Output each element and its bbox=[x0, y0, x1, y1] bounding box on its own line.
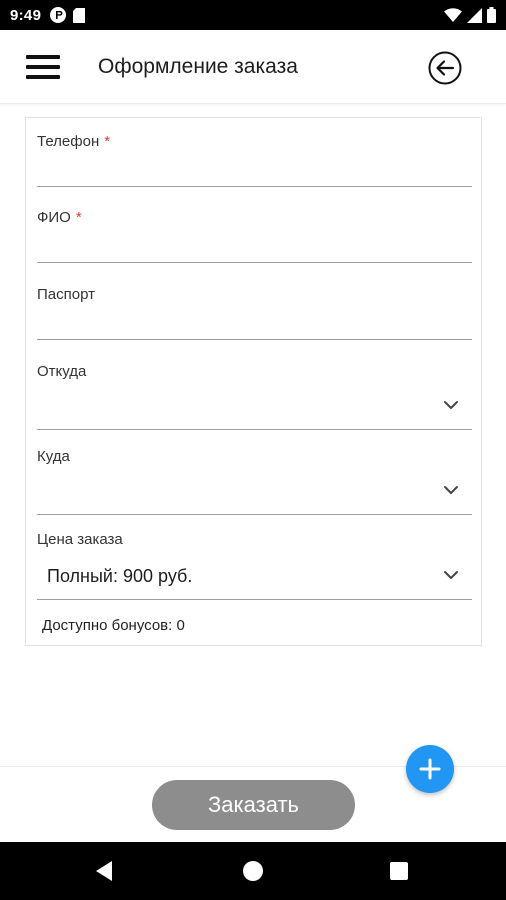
to-underline bbox=[37, 514, 472, 515]
order-form-card: Телефон * ФИО * Паспорт Откуда Куда Цена… bbox=[25, 117, 482, 646]
bonus-balance-text: Доступно бонусов: 0 bbox=[42, 617, 185, 634]
required-star: * bbox=[104, 133, 111, 150]
from-label: Откуда bbox=[37, 363, 87, 380]
plus-icon bbox=[419, 758, 441, 780]
price-field-group[interactable]: Цена заказа Полный: 900 руб. bbox=[37, 531, 472, 601]
battery-icon bbox=[487, 7, 496, 23]
to-field-group[interactable]: Куда bbox=[37, 448, 472, 516]
add-fab-button[interactable] bbox=[406, 745, 454, 793]
system-nav-bar bbox=[0, 842, 506, 900]
to-label: Куда bbox=[37, 448, 70, 465]
passport-input[interactable] bbox=[37, 312, 472, 338]
from-field-group[interactable]: Откуда bbox=[37, 363, 472, 431]
fio-field-group: ФИО * bbox=[37, 209, 472, 264]
from-underline bbox=[37, 429, 472, 430]
fio-label: ФИО * bbox=[37, 209, 82, 226]
wifi-icon bbox=[444, 8, 462, 22]
app-notification-icon bbox=[50, 7, 67, 23]
price-underline bbox=[37, 599, 472, 600]
nav-home-icon[interactable] bbox=[243, 861, 263, 881]
hamburger-menu-icon[interactable] bbox=[24, 52, 62, 82]
phone-underline bbox=[37, 186, 472, 187]
app-bar: Оформление заказа bbox=[0, 30, 506, 104]
phone-input[interactable] bbox=[37, 159, 472, 185]
nav-back-icon[interactable] bbox=[94, 860, 114, 882]
phone-field-group: Телефон * bbox=[37, 133, 472, 188]
chevron-down-icon[interactable] bbox=[443, 400, 459, 410]
chevron-down-icon[interactable] bbox=[443, 570, 459, 580]
fio-input[interactable] bbox=[37, 235, 472, 261]
order-screen: 9:49 Оформление заказа Телефон * ФИО * П… bbox=[0, 0, 506, 900]
passport-label: Паспорт bbox=[37, 286, 95, 303]
price-label: Цена заказа bbox=[37, 531, 123, 548]
back-arrow-icon[interactable] bbox=[427, 50, 463, 86]
chevron-down-icon[interactable] bbox=[443, 485, 459, 495]
page-title: Оформление заказа bbox=[98, 55, 298, 78]
signal-icon bbox=[467, 7, 482, 23]
phone-label-text: Телефон bbox=[37, 133, 100, 150]
status-bar: 9:49 bbox=[0, 0, 506, 30]
nav-recents-icon[interactable] bbox=[390, 862, 408, 880]
status-time: 9:49 bbox=[10, 6, 42, 24]
fio-label-text: ФИО bbox=[37, 209, 71, 226]
fio-underline bbox=[37, 262, 472, 263]
order-submit-button[interactable]: Заказать bbox=[152, 780, 355, 830]
required-star: * bbox=[75, 209, 82, 226]
price-select-value[interactable]: Полный: 900 руб. bbox=[47, 566, 192, 587]
phone-label: Телефон * bbox=[37, 133, 110, 150]
passport-underline bbox=[37, 339, 472, 340]
passport-field-group: Паспорт bbox=[37, 286, 472, 341]
sim-card-icon bbox=[73, 7, 86, 23]
